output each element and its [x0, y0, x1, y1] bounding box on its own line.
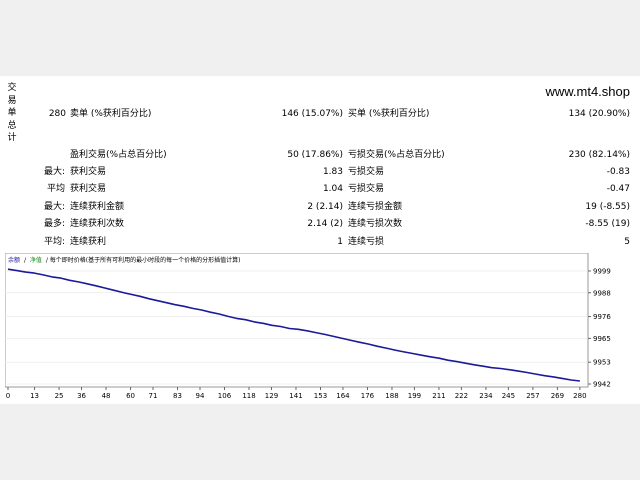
row-right-label: 亏损交易 [348, 184, 385, 194]
x-tick-label: 94 [196, 392, 205, 400]
y-tick-label: 9942 [593, 381, 611, 389]
row-left-value: 1.83 [322, 167, 343, 177]
x-tick-label: 211 [432, 392, 445, 400]
x-tick-label: 36 [77, 392, 86, 400]
row-prefix: 最大: [43, 202, 65, 212]
x-tick-label: 25 [55, 392, 64, 400]
x-tick-label: 60 [126, 392, 135, 400]
side-label-char: 计 [7, 133, 17, 143]
row-left-value: 1 [337, 237, 343, 247]
y-tick-label: 9976 [593, 313, 611, 321]
loss-trades-label: 亏损交易(%占总百分比) [348, 150, 445, 160]
chart-legend: 余额 / 净值 / 每个即时价格(基于所有可利用的最小时段的每一个价格的分形插值… [8, 256, 240, 264]
total-trades-value: 280 [48, 109, 66, 119]
x-tick-label: 164 [336, 392, 350, 400]
x-tick-label: 199 [408, 392, 421, 400]
x-tick-label: 83 [173, 392, 182, 400]
balance-chart: 余额 / 净值 / 每个即时价格(基于所有可利用的最小时段的每一个价格的分形插值… [5, 253, 611, 400]
row-right-label: 连续亏损次数 [348, 219, 403, 229]
chart-plot-area [5, 253, 589, 388]
y-tick-label: 9965 [593, 335, 611, 343]
legend-balance: 余额 [8, 256, 20, 264]
x-tick-label: 153 [314, 392, 327, 400]
legend-separator: / [24, 257, 27, 264]
x-tick-label: 13 [30, 392, 39, 400]
row-prefix: 最多: [43, 219, 65, 229]
row-left-label: 连续获利 [70, 237, 107, 247]
x-tick-label: 234 [479, 392, 493, 400]
side-label: 交 易 单 总 计 [6, 82, 18, 145]
y-tick-label: 9953 [593, 359, 611, 367]
y-tick-label: 9988 [593, 289, 611, 297]
side-label-char: 交 [7, 83, 17, 93]
y-axis-ticks: 9999 9988 9976 9965 9953 9942 [588, 267, 611, 389]
x-tick-label: 269 [551, 392, 564, 400]
side-label-char: 易 [7, 95, 17, 106]
side-label-char: 总 [7, 120, 17, 131]
x-tick-label: 257 [526, 392, 539, 400]
row-left-label: 获利交易 [70, 167, 107, 177]
x-tick-label: 106 [218, 392, 232, 400]
row-right-value: 19 (-8.55) [585, 202, 630, 212]
row-right-value: -0.83 [606, 167, 630, 177]
row-right-label: 亏损交易 [348, 167, 385, 177]
side-label-char: 单 [7, 108, 17, 118]
buy-trades-value: 134 (20.90%) [568, 109, 630, 119]
row-prefix: 平均: [43, 237, 65, 247]
row-prefix: 平均 [46, 184, 65, 194]
sell-trades-label: 卖单 (%获利百分比) [70, 109, 152, 119]
legend-equity: 净值 [30, 256, 42, 264]
x-tick-label: 129 [265, 392, 278, 400]
x-tick-label: 48 [102, 392, 111, 400]
row-left-label: 获利交易 [70, 184, 107, 194]
loss-trades-value: 230 (82.14%) [568, 150, 630, 160]
row-right-value: -8.55 (19) [585, 219, 630, 229]
row-left-label: 连续获利次数 [70, 219, 125, 229]
x-tick-label: 222 [455, 392, 468, 400]
legend-description: / 每个即时价格(基于所有可利用的最小时段的每一个价格的分形插值计算) [46, 256, 241, 264]
x-tick-label: 141 [289, 392, 302, 400]
row-right-value: 5 [624, 237, 630, 247]
row-right-label: 连续亏损 [348, 237, 385, 247]
sell-trades-value: 146 (15.07%) [281, 109, 343, 119]
row-prefix: 最大: [43, 167, 65, 177]
row-left-value: 2 (2.14) [307, 202, 343, 212]
buy-trades-label: 买单 (%获利百分比) [348, 109, 430, 119]
x-tick-label: 118 [242, 392, 255, 400]
profit-trades-value: 50 (17.86%) [287, 150, 343, 160]
profit-trades-label: 盈利交易(%占总百分比) [70, 150, 167, 160]
row-right-value: -0.47 [606, 184, 630, 194]
x-tick-label: 280 [573, 392, 586, 400]
x-tick-label: 0 [6, 392, 10, 400]
x-axis-ticks: 0 13 25 36 48 60 71 83 94 106 118 129 141 153 164 176 18… [6, 387, 587, 400]
row-left-value: 1.04 [322, 184, 343, 194]
row-left-label: 连续获利金额 [70, 202, 125, 212]
row-left-value: 2.14 (2) [307, 219, 343, 229]
site-link[interactable]: www.mt4.shop [545, 84, 630, 99]
x-tick-label: 71 [149, 392, 158, 400]
y-tick-label: 9999 [593, 267, 611, 275]
x-tick-label: 245 [502, 392, 515, 400]
x-tick-label: 176 [361, 392, 375, 400]
row-right-label: 连续亏损金额 [348, 202, 403, 212]
x-tick-label: 188 [385, 392, 398, 400]
